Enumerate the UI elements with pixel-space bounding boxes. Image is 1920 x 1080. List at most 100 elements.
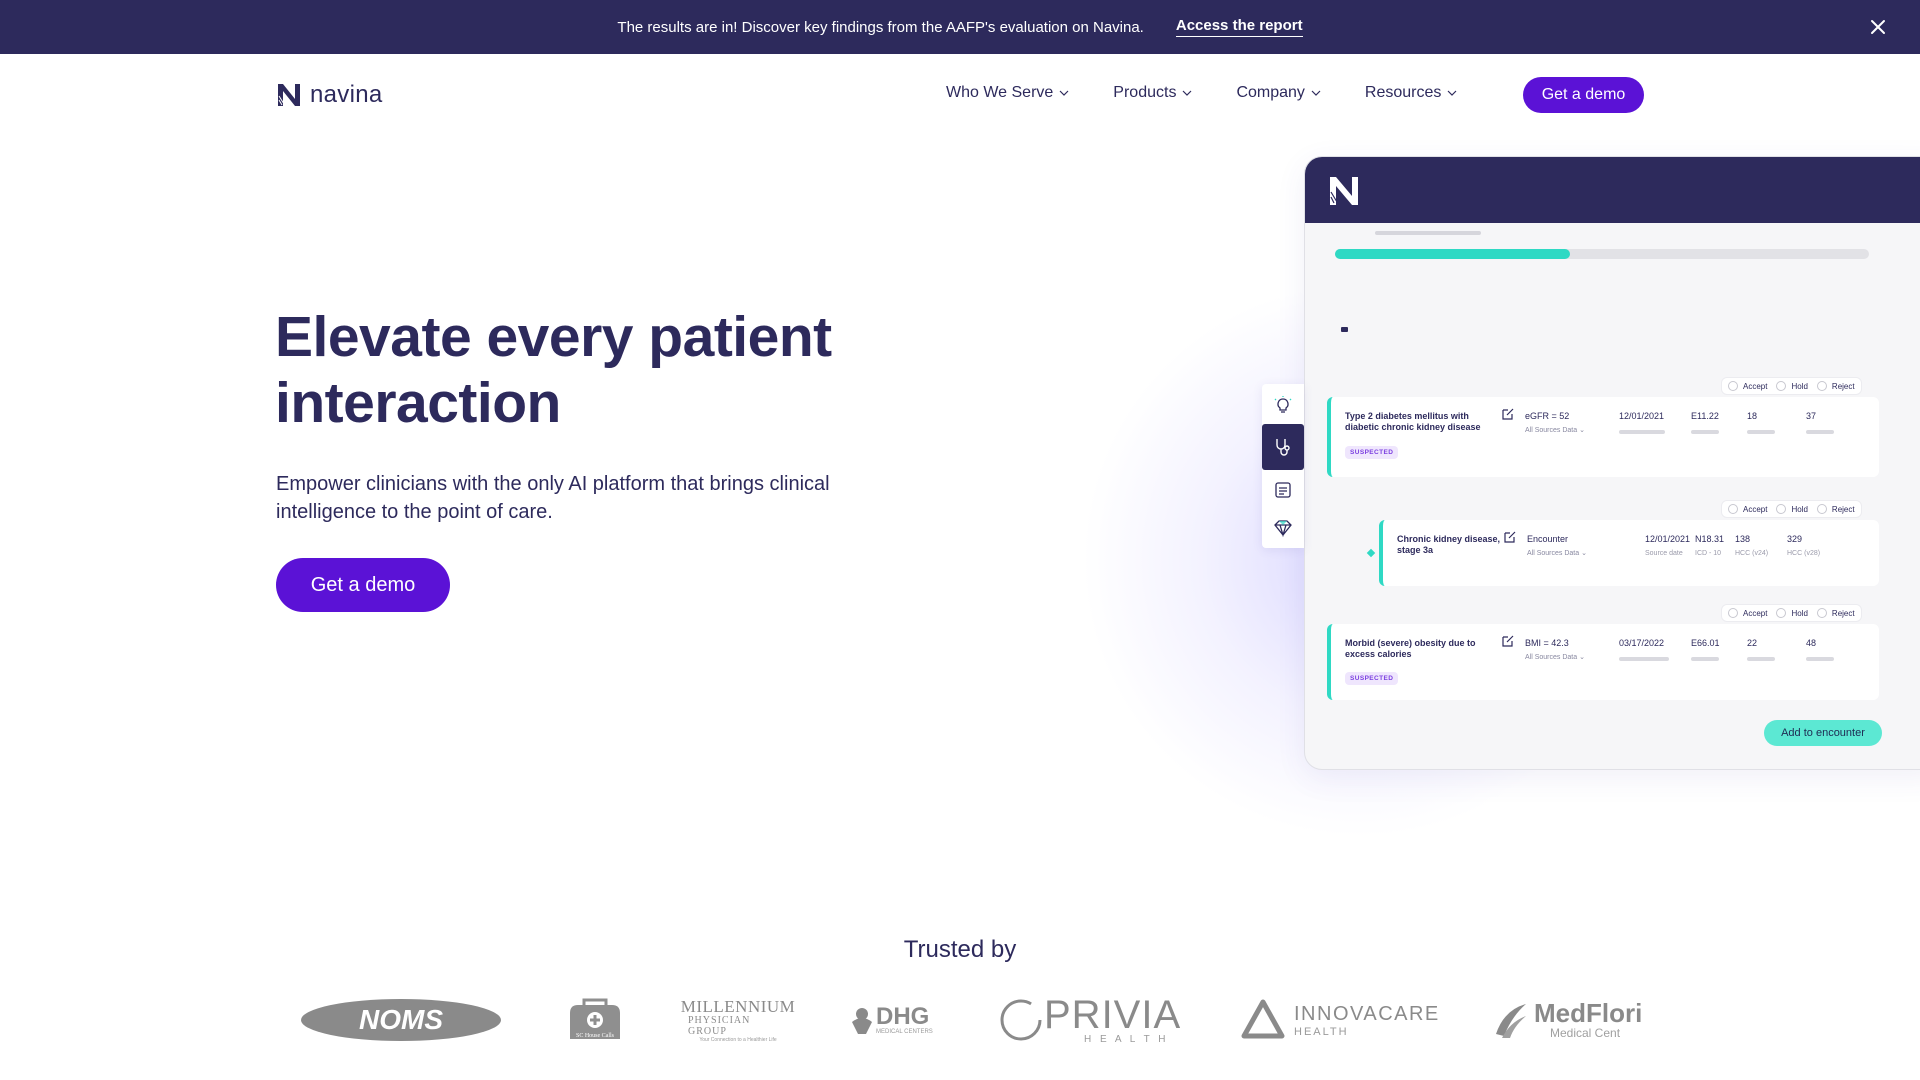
accept-checkbox[interactable] bbox=[1728, 381, 1738, 391]
access-report-link[interactable]: Access the report bbox=[1175, 17, 1303, 37]
navina-n-icon bbox=[278, 84, 300, 106]
nav-resources[interactable]: Resources bbox=[1365, 84, 1457, 102]
dhg-logo: DHG MEDICAL CENTERS bbox=[850, 990, 933, 1050]
logo-subtext: H E A L T H bbox=[1084, 1033, 1169, 1045]
accept-label: Accept bbox=[1743, 504, 1768, 514]
accept-checkbox[interactable] bbox=[1728, 608, 1738, 618]
icd-label: ICD - 10 bbox=[1695, 550, 1722, 557]
hcc-v24-label: HCC (v24) bbox=[1735, 550, 1769, 557]
rail-item-diagnoses[interactable] bbox=[1262, 424, 1304, 470]
nav-item-label: Company bbox=[1236, 84, 1305, 101]
reject-label: Reject bbox=[1831, 608, 1855, 618]
reject-checkbox[interactable] bbox=[1816, 608, 1827, 618]
placeholder-bar bbox=[1691, 657, 1719, 661]
logo-text: SC House Calls bbox=[576, 1033, 615, 1039]
logo-subtext: PHYSICIAN GROUP bbox=[688, 1015, 751, 1037]
edit-icon[interactable] bbox=[1503, 530, 1517, 544]
progress-bar bbox=[1335, 249, 1869, 259]
hold-label: Hold bbox=[1791, 381, 1808, 391]
diagnosis-card: Morbid (severe) obesity due to excess ca… bbox=[1327, 624, 1879, 700]
placeholder-bar bbox=[1806, 430, 1834, 434]
placeholder-bar bbox=[1747, 657, 1775, 661]
sources-dropdown[interactable]: All Sources Data ⌄ bbox=[1527, 549, 1587, 557]
nav-menu: Who We Serve Products Company Resources bbox=[946, 84, 1501, 102]
brand-name: navina bbox=[310, 81, 383, 108]
main-nav: navina Who We Serve Products Company Res… bbox=[0, 54, 1920, 136]
suspected-badge: SUSPECTED bbox=[1345, 672, 1399, 685]
edit-icon[interactable] bbox=[1501, 634, 1515, 648]
chevron-down-icon bbox=[1311, 90, 1321, 96]
reject-checkbox[interactable] bbox=[1816, 381, 1827, 391]
logo-subtext: Medical Cent bbox=[1550, 1026, 1621, 1040]
nav-products[interactable]: Products bbox=[1113, 84, 1192, 102]
suspected-badge: SUSPECTED bbox=[1345, 446, 1399, 459]
nav-item-label: Who We Serve bbox=[946, 84, 1054, 101]
privia-ring bbox=[1000, 999, 1042, 1041]
hcc-v24: 22 bbox=[1747, 638, 1758, 648]
source-date: 12/01/2021 bbox=[1619, 411, 1665, 421]
sources-label: All Sources Data bbox=[1525, 427, 1578, 434]
accept-checkbox[interactable] bbox=[1728, 504, 1738, 514]
hero-get-demo-button[interactable]: Get a demo bbox=[276, 558, 450, 612]
link-diamond-icon bbox=[1366, 548, 1376, 558]
diamond-icon bbox=[1274, 520, 1292, 538]
client-logos: NOMS SC House Calls MILLENNIUM PHYSICIAN… bbox=[296, 990, 1646, 1050]
nav-get-demo-button[interactable]: Get a demo bbox=[1523, 77, 1644, 113]
reject-checkbox[interactable] bbox=[1816, 504, 1827, 514]
placeholder-bar bbox=[1691, 430, 1719, 434]
logo-text: INNOVACARE bbox=[1294, 1002, 1440, 1025]
evidence-value: BMI = 42.3 bbox=[1525, 638, 1569, 648]
icd-code: E11.22 bbox=[1691, 411, 1719, 421]
edit-icon[interactable] bbox=[1501, 407, 1515, 421]
medflorida-logo: MedFlori Medical Cent bbox=[1492, 990, 1642, 1050]
placeholder-bar bbox=[1619, 657, 1669, 661]
hold-checkbox[interactable] bbox=[1776, 608, 1787, 618]
nav-who-we-serve[interactable]: Who We Serve bbox=[946, 84, 1069, 102]
logo-text: NOMS bbox=[359, 1004, 443, 1035]
condition-name: Type 2 diabetes mellitus with diabetic c… bbox=[1345, 411, 1481, 432]
innovacare-logo: INNOVACARE HEALTH bbox=[1240, 990, 1440, 1050]
sources-label: All Sources Data bbox=[1525, 654, 1578, 661]
logo-text: MedFlori bbox=[1534, 998, 1643, 1028]
hcc-v28-label: HCC (v28) bbox=[1787, 550, 1821, 557]
sources-dropdown[interactable]: All Sources Data ⌄ bbox=[1525, 426, 1585, 434]
hcc-v28: 37 bbox=[1806, 411, 1817, 421]
rail-item-notes[interactable] bbox=[1262, 470, 1304, 510]
chevron-down-icon: ⌄ bbox=[1579, 654, 1585, 661]
logo-subtext: HEALTH bbox=[1294, 1025, 1349, 1038]
hold-label: Hold bbox=[1791, 504, 1808, 514]
hcc-v24: 18 bbox=[1747, 411, 1758, 421]
action-row: Accept Hold Reject bbox=[1721, 604, 1862, 622]
chevron-down-icon bbox=[1059, 90, 1069, 96]
hold-label: Hold bbox=[1791, 608, 1808, 618]
condition-name: Morbid (severe) obesity due to excess ca… bbox=[1345, 638, 1476, 659]
hold-checkbox[interactable] bbox=[1776, 504, 1787, 514]
sc-house-calls-logo: SC House Calls bbox=[560, 990, 630, 1050]
diagnosis-card: Type 2 diabetes mellitus with diabetic c… bbox=[1327, 397, 1879, 477]
nav-item-label: Products bbox=[1113, 84, 1177, 101]
chevron-down-icon bbox=[1183, 90, 1192, 96]
hcc-v28: 48 bbox=[1806, 638, 1817, 648]
add-to-encounter-button[interactable]: Add to encounter bbox=[1764, 720, 1882, 746]
noms-logo: NOMS bbox=[300, 990, 502, 1050]
lightbulb-icon bbox=[1274, 396, 1292, 413]
hero-title: Elevate every patient interaction bbox=[275, 305, 832, 435]
source-date: 03/17/2022 bbox=[1619, 638, 1665, 648]
action-row: Accept Hold Reject bbox=[1721, 377, 1862, 395]
rail-item-insights[interactable] bbox=[1262, 386, 1304, 426]
navina-logo[interactable]: navina bbox=[276, 81, 383, 109]
hero-subtitle: Empower clinicians with the only AI plat… bbox=[276, 473, 830, 523]
placeholder-bar bbox=[1806, 657, 1834, 661]
logo-subtext: MEDICAL CENTERS bbox=[876, 1029, 933, 1035]
stethoscope-icon bbox=[1276, 439, 1290, 456]
sources-dropdown[interactable]: All Sources Data ⌄ bbox=[1525, 653, 1585, 661]
document-icon bbox=[1275, 482, 1291, 498]
nav-item-label: Resources bbox=[1364, 84, 1442, 101]
nav-company[interactable]: Company bbox=[1236, 84, 1321, 102]
hcc-v28: 329 bbox=[1787, 534, 1803, 544]
chevron-down-icon bbox=[1447, 90, 1457, 96]
hold-checkbox[interactable] bbox=[1776, 381, 1787, 391]
close-icon[interactable] bbox=[1866, 15, 1890, 39]
evidence-value: Encounter bbox=[1527, 534, 1569, 544]
rail-item-quality[interactable] bbox=[1262, 508, 1304, 548]
